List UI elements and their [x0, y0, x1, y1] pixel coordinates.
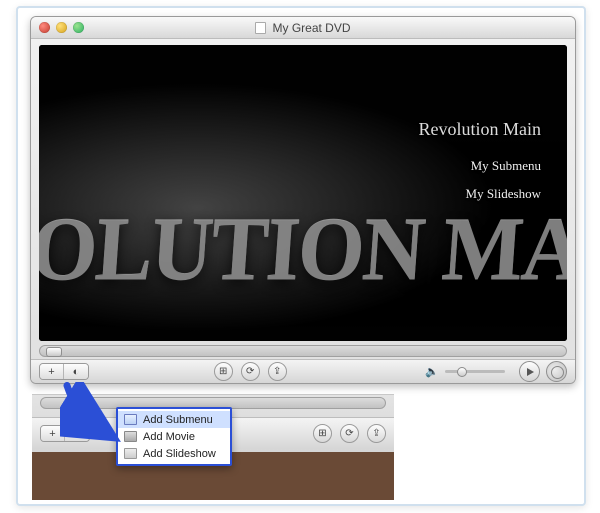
- zoom-button[interactable]: [73, 22, 84, 33]
- dvd-preview[interactable]: /OLUTION MA Revolution Main My Submenu M…: [39, 45, 567, 341]
- window-title: My Great DVD: [272, 21, 350, 35]
- volume-slider[interactable]: [445, 370, 505, 373]
- titlebar: My Great DVD: [31, 17, 575, 39]
- document-icon: [255, 22, 266, 34]
- share-button-crop[interactable]: ⇪: [367, 424, 386, 443]
- window-controls: [39, 22, 84, 33]
- popup-item-add-submenu[interactable]: Add Submenu: [118, 411, 230, 428]
- speaker-icon: 🔈: [425, 365, 439, 378]
- popup-item-add-movie[interactable]: Add Movie: [118, 428, 230, 445]
- detail-crop: + ◐ ⊞ ⟳ ⇪ Add Submenu Add Movie: [32, 394, 394, 500]
- add-button-crop[interactable]: +: [41, 426, 65, 441]
- left-button-group: + ◐: [39, 363, 89, 380]
- popup-item-add-slideshow[interactable]: Add Slideshow: [118, 445, 230, 462]
- theme-background: /OLUTION MA Revolution Main My Submenu M…: [39, 45, 567, 341]
- popup-item-label: Add Submenu: [143, 414, 213, 426]
- motion-slider[interactable]: [39, 345, 567, 357]
- add-button[interactable]: +: [40, 364, 64, 379]
- volume-control: 🔈: [425, 365, 505, 378]
- center-button-group-crop: ⊞ ⟳ ⇪: [313, 424, 386, 443]
- bottom-toolbar: + ◐ ⊞ ⟳ ⇪ 🔈: [31, 359, 575, 383]
- play-button[interactable]: [519, 361, 540, 382]
- minimize-button[interactable]: [56, 22, 67, 33]
- idvd-window: My Great DVD /OLUTION MA Revolution Main…: [30, 16, 576, 384]
- movie-icon: [124, 431, 137, 442]
- popup-item-label: Add Movie: [143, 431, 195, 443]
- add-popup-menu: Add Submenu Add Movie Add Slideshow: [116, 407, 232, 466]
- map-button[interactable]: ⊞: [214, 362, 233, 381]
- submenu-icon: [124, 414, 137, 425]
- map-button-crop[interactable]: ⊞: [313, 424, 332, 443]
- burn-button[interactable]: [546, 361, 567, 382]
- close-button[interactable]: [39, 22, 50, 33]
- slideshow-icon: [124, 448, 137, 459]
- popup-item-label: Add Slideshow: [143, 448, 216, 460]
- share-button[interactable]: ⇪: [268, 362, 287, 381]
- dvd-menu-item-slideshow[interactable]: My Slideshow: [419, 186, 542, 202]
- left-button-group-crop: + ◐: [40, 425, 90, 442]
- info-button-crop[interactable]: ◐: [65, 426, 89, 441]
- info-button[interactable]: ◐: [64, 364, 88, 379]
- dvd-menu-item-submenu[interactable]: My Submenu: [419, 158, 542, 174]
- dvd-menu-title[interactable]: Revolution Main: [419, 119, 542, 140]
- dvd-menu: Revolution Main My Submenu My Slideshow: [419, 119, 542, 214]
- motion-button[interactable]: ⟳: [241, 362, 260, 381]
- center-button-group: ⊞ ⟳ ⇪: [214, 362, 287, 381]
- motion-button-crop[interactable]: ⟳: [340, 424, 359, 443]
- screenshot-frame: My Great DVD /OLUTION MA Revolution Main…: [16, 6, 586, 506]
